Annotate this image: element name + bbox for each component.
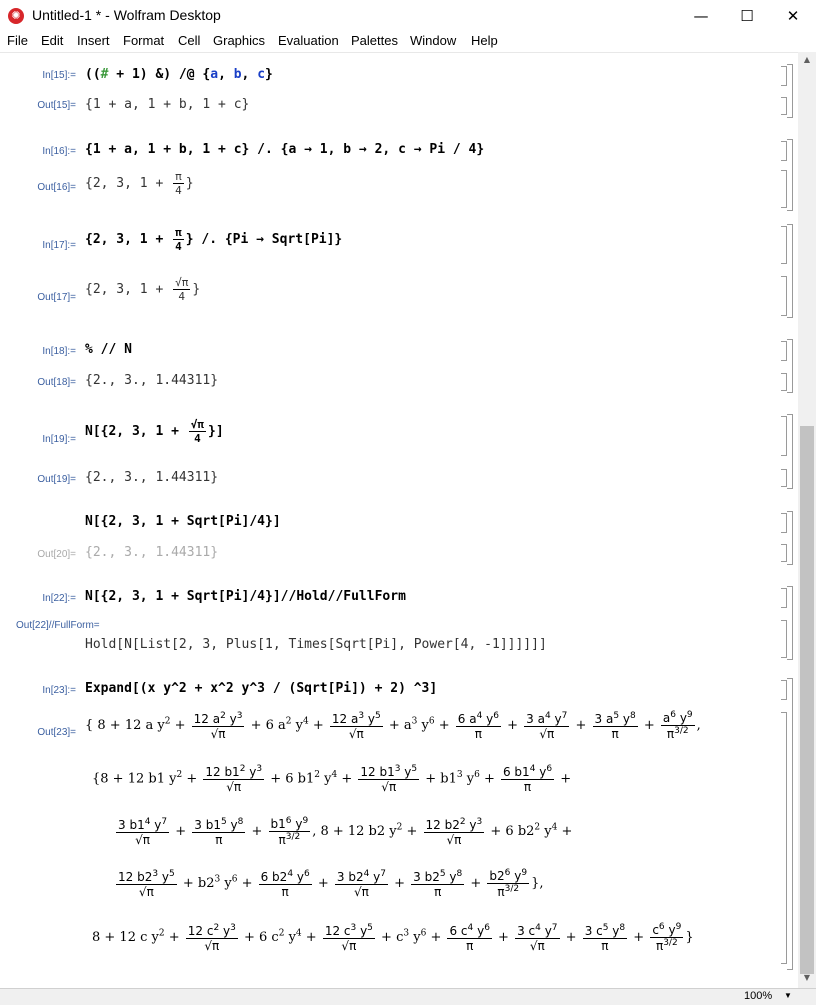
scroll-down-arrow-icon[interactable]: ▼ — [798, 970, 816, 986]
output-cell[interactable]: {2., 3., 1.44311} — [85, 545, 218, 560]
group-bracket[interactable] — [787, 586, 793, 660]
menu-window[interactable]: Window — [410, 33, 456, 48]
input-cell[interactable]: N[{2, 3, 1 + Sqrt[Pi]/4}]//Hold//FullFor… — [85, 589, 406, 604]
menu-palettes[interactable]: Palettes — [351, 33, 398, 48]
maximize-button[interactable]: ☐ — [724, 0, 770, 32]
group-bracket[interactable] — [787, 224, 793, 318]
menu-help[interactable]: Help — [471, 33, 498, 48]
input-cell[interactable]: Expand[(x y^2 + x^2 y^3 / (Sqrt[Pi]) + 2… — [85, 681, 437, 696]
out-label: Out[20]= — [37, 549, 76, 560]
out-label: Out[19]= — [37, 474, 76, 485]
output-cell[interactable]: {2, 3, 1 + π 4} — [85, 170, 194, 197]
out-label: Out[15]= — [37, 100, 76, 111]
input-cell[interactable]: N[{2, 3, 1 + Sqrt[Pi]/4}] — [85, 514, 281, 529]
in-label: In[15]:= — [42, 70, 76, 81]
group-bracket[interactable] — [787, 678, 793, 970]
in-label: In[18]:= — [42, 346, 76, 357]
menu-cell[interactable]: Cell — [178, 33, 200, 48]
output-line: 12 b23 y5 √π + b23 y6 + 6 b24 y6 π + 3 b24… — [116, 868, 544, 899]
in-label: In[22]:= — [42, 593, 76, 604]
menu-bar: File Edit Insert Format Cell Graphics Ev… — [0, 32, 816, 52]
menu-file[interactable]: File — [7, 33, 28, 48]
group-bracket[interactable] — [787, 139, 793, 211]
output-cell[interactable]: {1 + a, 1 + b, 1 + c} — [85, 97, 249, 112]
status-bar: 100% ▼ — [0, 988, 816, 1005]
output-cell[interactable]: {2, 3, 1 + √π 4} — [85, 276, 200, 303]
scroll-up-arrow-icon[interactable]: ▲ — [798, 52, 816, 68]
close-button[interactable]: ✕ — [770, 0, 816, 32]
zoom-level[interactable]: 100% — [744, 990, 772, 1002]
in-label: In[16]:= — [42, 146, 76, 157]
output-cell[interactable]: { 8 + 12 a y2 + 12 a2 y3 √π + 6 a2 y4 + 1… — [85, 710, 701, 741]
output-cell[interactable]: {2., 3., 1.44311} — [85, 470, 218, 485]
output-line: {8 + 12 b1 y2 + 12 b12 y3 √π + 6 b12 y4 +… — [92, 764, 572, 794]
menu-edit[interactable]: Edit — [41, 33, 63, 48]
input-cell[interactable]: N[{2, 3, 1 + √π 4}] — [85, 418, 224, 445]
scrollbar-thumb[interactable] — [800, 426, 814, 974]
title-bar: ✺ Untitled-1 * - Wolfram Desktop — ☐ ✕ — [0, 0, 816, 32]
zoom-dropdown-icon[interactable]: ▼ — [784, 991, 792, 1000]
group-bracket[interactable] — [787, 511, 793, 565]
minimize-button[interactable]: — — [678, 0, 724, 32]
in-label: In[19]:= — [42, 434, 76, 445]
output-cell[interactable]: Hold[N[List[2, 3, Plus[1, Times[Sqrt[Pi]… — [85, 637, 547, 652]
output-cell[interactable]: {2., 3., 1.44311} — [85, 373, 218, 388]
menu-graphics[interactable]: Graphics — [213, 33, 265, 48]
group-bracket[interactable] — [787, 64, 793, 118]
out-label: Out[18]= — [37, 377, 76, 388]
in-label: In[17]:= — [42, 240, 76, 251]
out-label: Out[23]= — [37, 727, 76, 738]
group-bracket[interactable] — [787, 414, 793, 489]
input-cell[interactable]: {2, 3, 1 + π 4} /. {Pi → Sqrt[Pi]} — [85, 226, 342, 253]
in-label: In[23]:= — [42, 685, 76, 696]
menu-insert[interactable]: Insert — [77, 33, 110, 48]
wolfram-logo-icon: ✺ — [8, 8, 24, 24]
menu-evaluation[interactable]: Evaluation — [278, 33, 339, 48]
out-label: Out[16]= — [37, 182, 76, 193]
output-line: 3 b14 y7 √π + 3 b15 y8 π + b16 y9 π3/2, 8 +… — [116, 816, 573, 847]
input-cell[interactable]: ((# + 1) &) /@ {a, b, c} — [85, 67, 273, 82]
menu-format[interactable]: Format — [123, 33, 164, 48]
group-bracket[interactable] — [787, 339, 793, 393]
out-label: Out[17]= — [37, 292, 76, 303]
output-line: 8 + 12 c y2 + 12 c2 y3 √π + 6 c2 y4 + 12 … — [92, 922, 694, 953]
input-cell[interactable]: % // N — [85, 342, 132, 357]
window-title: Untitled-1 * - Wolfram Desktop — [32, 7, 221, 23]
input-cell[interactable]: {1 + a, 1 + b, 1 + c} /. {a → 1, b → 2, … — [85, 142, 484, 157]
out-label: Out[22]//FullForm= — [16, 620, 100, 631]
